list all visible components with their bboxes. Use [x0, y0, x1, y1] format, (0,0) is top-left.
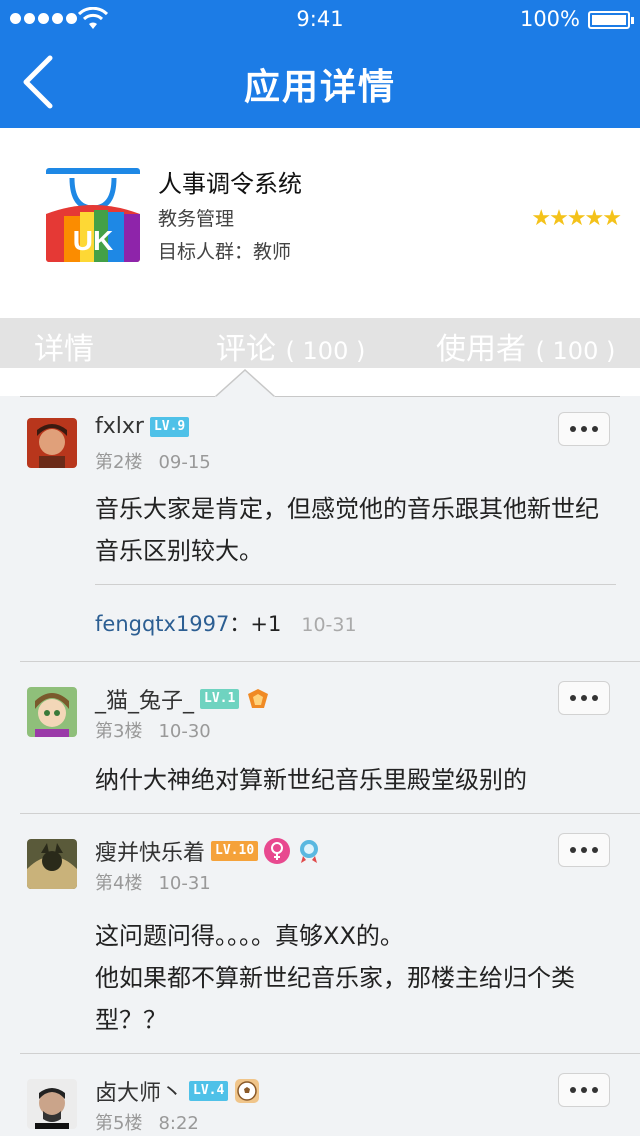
reply-item: fengqtx1997：+1 10-31: [95, 608, 357, 638]
more-options-button[interactable]: [558, 412, 610, 446]
floor-number: 第5楼: [95, 1113, 143, 1134]
reply-date: 10-31: [301, 614, 357, 636]
tab-indicator-area: [0, 368, 640, 396]
tab-details-label: 详情: [34, 332, 94, 367]
active-tab-pointer-icon: [215, 368, 275, 398]
app-name: 人事调令系统: [158, 170, 302, 198]
app-icon: UK: [46, 168, 140, 262]
comment-item: fxlxr LV.9 第2楼 09-15 音乐大家是肯定，但感觉他的音乐跟其他新世…: [0, 396, 640, 662]
username-row: fxlxr LV.9: [95, 414, 190, 439]
battery-icon: [588, 11, 634, 29]
username[interactable]: 瘦并快乐着: [95, 835, 205, 867]
app-target-audience: 目标人群：教师: [158, 241, 292, 263]
tab-users-count: ( 100 ): [535, 337, 616, 365]
comment-date: 10-31: [158, 873, 211, 894]
comment-date: 8:22: [158, 1113, 199, 1134]
more-options-button[interactable]: [558, 681, 610, 715]
comment-meta: 第3楼 10-30: [95, 717, 211, 743]
level-badge: LV.1: [200, 689, 240, 709]
comment-item: 卤大师丶 LV.4 第5楼 8:22: [0, 1057, 640, 1136]
rating-stars: ★★★★★: [531, 206, 622, 231]
soccer-badge-icon: [235, 1079, 260, 1103]
avatar[interactable]: [27, 1079, 77, 1129]
avatar[interactable]: [27, 418, 77, 468]
comment-divider: [20, 661, 640, 662]
comment-meta: 第4楼 10-31: [95, 869, 211, 895]
username[interactable]: fxlxr: [95, 414, 144, 439]
comment-meta: 第5楼 8:22: [95, 1109, 199, 1135]
avatar[interactable]: [27, 687, 77, 737]
app-category: 教务管理: [158, 208, 235, 230]
comment-divider: [20, 1053, 640, 1054]
comment-text-line: 这问题问得。。。。真够XX的。: [95, 922, 404, 950]
tab-users[interactable]: 使用者 ( 100 ): [436, 324, 615, 368]
comment-date: 09-15: [158, 452, 211, 473]
avatar[interactable]: [27, 839, 77, 889]
reply-divider: [95, 584, 616, 585]
reply-text: ：+1: [229, 612, 282, 636]
comment-item: _猫_兔子_ LV.1 第3楼 10-30 纳什大神绝对算新世纪音乐里殿堂级别的: [0, 665, 640, 813]
level-badge: LV.9: [149, 416, 190, 437]
username-row: 卤大师丶 LV.4: [95, 1075, 260, 1107]
floor-number: 第4楼: [95, 873, 143, 894]
tab-bar: 详情 评论 ( 100 ) 使用者 ( 100 ): [0, 318, 640, 368]
navigation-bar: 9:41 100% 应用详情: [0, 0, 640, 128]
username-row: 瘦并快乐着 LV.10: [95, 835, 322, 867]
comment-text-line: 他如果都不算新世纪音乐家，那楼主给归个类型？？: [95, 964, 575, 1034]
floor-number: 第2楼: [95, 452, 143, 473]
comment-text: 这问题问得。。。。真够XX的。 他如果都不算新世纪音乐家，那楼主给归个类型？？: [95, 915, 618, 1041]
tab-users-label: 使用者: [436, 332, 526, 367]
floor-number: 第3楼: [95, 721, 143, 742]
reply-username[interactable]: fengqtx1997: [95, 612, 229, 636]
comment-text: 音乐大家是肯定，但感觉他的音乐跟其他新世纪音乐区别较大。: [95, 495, 599, 565]
username[interactable]: _猫_兔子_: [95, 683, 194, 715]
page-title: 应用详情: [243, 67, 396, 108]
username[interactable]: 卤大师丶: [95, 1075, 183, 1107]
comment-text: 纳什大神绝对算新世纪音乐里殿堂级别的: [95, 766, 527, 794]
username-row: _猫_兔子_ LV.1: [95, 683, 271, 715]
medal-badge-icon: [248, 689, 269, 708]
more-options-button[interactable]: [558, 1073, 610, 1107]
comment-date: 10-30: [158, 721, 211, 742]
svg-text:UK: UK: [73, 225, 113, 256]
medal-badge-icon: [300, 840, 319, 863]
comment-divider: [20, 813, 640, 814]
comment-meta: 第2楼 09-15: [95, 448, 211, 474]
tab-comments[interactable]: 评论 ( 100 ): [216, 324, 365, 368]
level-badge: LV.10: [211, 841, 259, 861]
level-badge: LV.4: [189, 1081, 229, 1101]
tab-comments-count: ( 100 ): [285, 337, 366, 365]
tab-details[interactable]: 详情: [34, 324, 94, 368]
female-gender-icon: [264, 838, 291, 864]
more-options-button[interactable]: [558, 833, 610, 867]
comment-item: 瘦并快乐着 LV.10 第4楼 10-31 这问题问得。。。。真够XX的。 他如果…: [0, 817, 640, 1053]
battery-percent: 100%: [519, 7, 580, 31]
app-info-card: UK 人事调令系统 教务管理 目标人群：教师 ★★★★★: [0, 128, 640, 318]
status-bar: 9:41 100%: [0, 0, 640, 40]
tab-comments-label: 评论: [216, 332, 276, 367]
